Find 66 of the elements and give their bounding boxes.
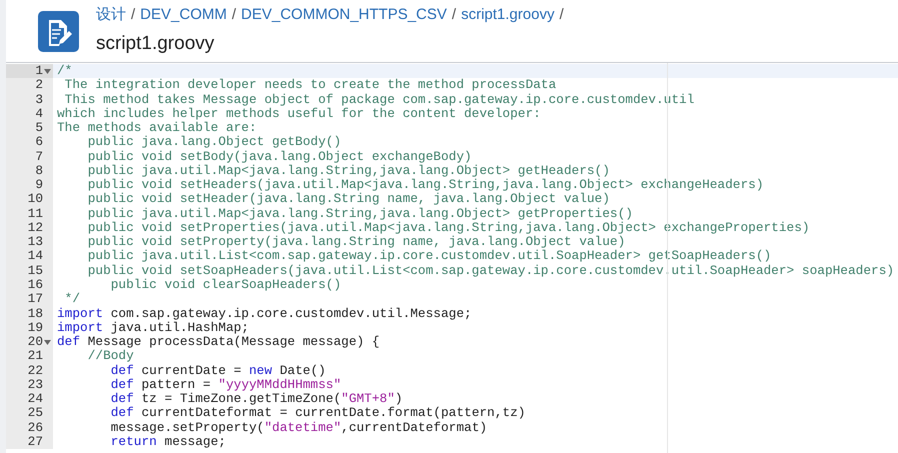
breadcrumb-separator: / xyxy=(232,5,236,25)
code-line: message.setProperty("datetime",currentDateformat) xyxy=(110,420,488,435)
code-line: which includes helper methods useful for the content developer: xyxy=(56,106,541,122)
breadcrumb-link[interactable]: DEV_COMMON_HTTPS_CSV xyxy=(241,4,447,26)
line-number: 10 xyxy=(28,192,43,207)
line-number: 7 xyxy=(35,150,43,164)
page-title: script1.groovy xyxy=(96,32,216,56)
line-number: 18 xyxy=(28,306,43,321)
line-number: 2 xyxy=(35,78,43,93)
code-line: The integration developer needs to create the method processData xyxy=(64,78,558,93)
breadcrumb-separator: / xyxy=(559,5,564,25)
code-line: public void setHeaders(java.util.Map<java.lang.String,java.lang.Object> exchangeHeaders) xyxy=(86,178,765,192)
code-line: public void clearSoapHeaders() xyxy=(110,278,342,292)
code-line: def currentDate = new Date() xyxy=(110,364,327,378)
code-line: //Body xyxy=(86,349,135,364)
code-line: public void setBody(java.lang.Object exchangeBody) xyxy=(86,150,473,164)
line-number: 9 xyxy=(35,178,43,192)
breadcrumb-separator: / xyxy=(452,5,456,25)
code-line: def pattern = "yyyyMMddHHmmss" xyxy=(110,378,342,392)
line-number: 14 xyxy=(28,249,43,264)
code-line: public java.util.Map<java.lang.String,java.lang.Object> getHeaders() xyxy=(86,164,611,178)
breadcrumb-link[interactable]: 设计 xyxy=(96,4,126,26)
code-line: */ xyxy=(64,292,82,307)
line-number: 15 xyxy=(28,264,43,278)
fold-caret-icon[interactable] xyxy=(44,340,51,345)
breadcrumb-link[interactable]: script1.groovy xyxy=(461,4,554,26)
line-number: 11 xyxy=(28,206,43,221)
code-line: def currentDateformat = currentDate.format(pattern,tz) xyxy=(110,406,526,421)
code-line: This method takes Message object of package com.sap.gateway.ip.core.customdev.util xyxy=(64,92,696,107)
edit-document-icon xyxy=(38,10,79,52)
code-editor[interactable] xyxy=(6,62,898,453)
line-number: 6 xyxy=(35,135,43,150)
line-number: 1 xyxy=(35,64,43,78)
line-number: 24 xyxy=(28,392,43,406)
code-line: public java.util.List<com.sap.gateway.ip.core.customdev.util.SoapHeader> getSoapHeaders() xyxy=(86,249,772,264)
line-number: 16 xyxy=(28,278,43,292)
code-line: public java.lang.Object getBody() xyxy=(86,135,342,150)
code-line: The methods available are: xyxy=(56,121,258,136)
code-line: import com.sap.gateway.ip.core.customdev.util.Message; xyxy=(56,306,473,321)
line-number: 12 xyxy=(28,220,43,236)
code-line: public void setProperties(java.util.Map<java.lang.String,java.lang.Object> exchangeProperties) xyxy=(86,220,811,236)
line-number: 13 xyxy=(28,235,43,250)
line-number: 19 xyxy=(28,320,43,336)
line-number: 8 xyxy=(35,164,43,178)
line-number: 5 xyxy=(35,121,43,136)
fold-caret-icon[interactable] xyxy=(44,68,51,74)
code-line: import java.util.HashMap; xyxy=(56,320,249,336)
code-line: public void setProperty(java.lang.String name, java.lang.Object value) xyxy=(86,235,626,250)
code-line: def Message processData(Message message) { xyxy=(56,335,381,350)
line-number: 3 xyxy=(35,92,43,107)
line-number: 25 xyxy=(28,406,43,421)
line-number: 17 xyxy=(28,292,43,307)
code-line: return message; xyxy=(110,434,226,450)
line-number: 26 xyxy=(28,420,43,435)
line-number: 4 xyxy=(35,106,43,122)
line-number: 20 xyxy=(28,335,43,350)
breadcrumb-link[interactable]: DEV_COMM xyxy=(140,4,227,26)
breadcrumb-separator: / xyxy=(131,5,136,25)
code-line: public void setHeader(java.lang.String name, java.lang.Object value) xyxy=(86,192,611,207)
line-number: 23 xyxy=(28,378,43,392)
line-number: 27 xyxy=(28,434,43,450)
code-line: public void setSoapHeaders(java.util.List<com.sap.gateway.ip.core.customdev.util.SoapHeader> soapHeaders) xyxy=(86,264,896,278)
line-number: 21 xyxy=(28,349,43,364)
code-line: public java.util.Map<java.lang.String,java.lang.Object> getProperties() xyxy=(86,206,634,221)
code-line: def tz = TimeZone.getTimeZone("GMT+8") xyxy=(110,392,404,406)
line-number: 22 xyxy=(28,364,43,378)
